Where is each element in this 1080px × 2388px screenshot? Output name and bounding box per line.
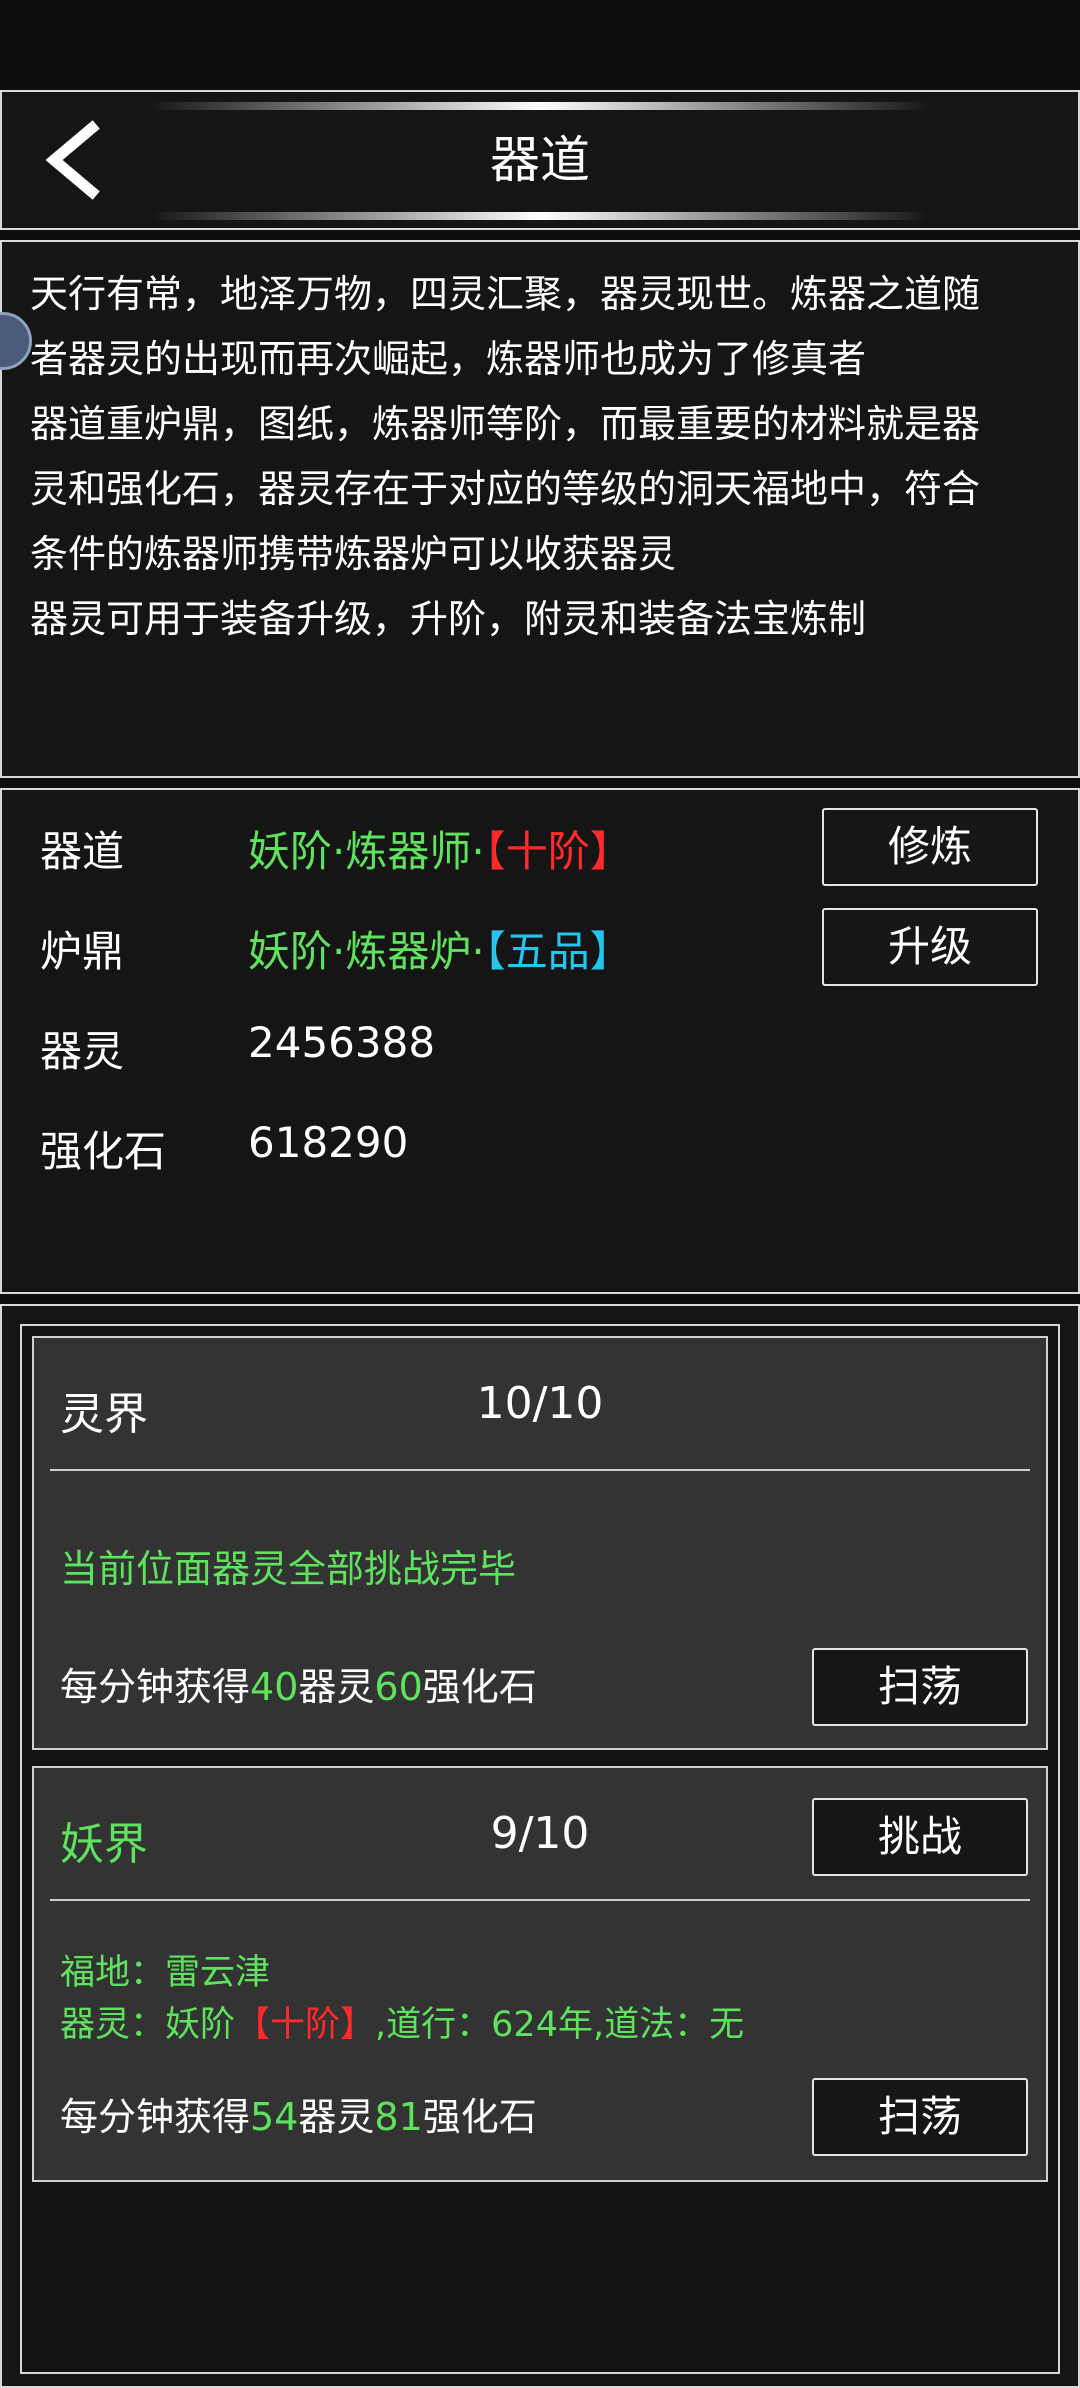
- sweep-button[interactable]: 扫荡: [812, 1648, 1028, 1726]
- rate-suffix: 强化石: [422, 1665, 537, 1709]
- rate-prefix: 每分钟获得: [60, 2095, 251, 2139]
- realm-rate: 每分钟获得54器灵81强化石: [60, 2086, 537, 2141]
- rate-stone: 60: [374, 1665, 423, 1709]
- qianghuashi-value: 618290: [248, 1118, 409, 1167]
- realm-progress: 10/10: [476, 1378, 604, 1429]
- fudi-label: 福地：: [60, 1953, 166, 1993]
- description-text: 天行有常，地泽万物，四灵汇聚，器灵现世。炼器之道随 者器灵的出现而再次崛起，炼器…: [30, 262, 1060, 652]
- realm-rate: 每分钟获得40器灵60强化石: [60, 1656, 537, 1711]
- sweep-button[interactable]: 扫荡: [812, 2078, 1028, 2156]
- upgrade-button[interactable]: 升级: [822, 908, 1038, 986]
- description-line: 者器灵的出现而再次崛起，炼器师也成为了修真者: [30, 337, 867, 381]
- rate-suffix: 强化石: [422, 2095, 537, 2139]
- luding-rank: 【五品】: [484, 927, 632, 976]
- luding-value-main: 妖阶·炼器炉·: [248, 927, 485, 976]
- card-divider: [50, 1469, 1030, 1471]
- cultivate-button[interactable]: 修炼: [822, 808, 1038, 886]
- spirit-rank: 【十阶】: [235, 2005, 376, 2045]
- rate-mid: 器灵: [298, 1665, 375, 1709]
- qiling-label: 器灵: [40, 1027, 125, 1076]
- page-title: 器道: [490, 131, 590, 189]
- spirit-info: 器灵：妖阶【十阶】,道行：624年,道法：无: [60, 1996, 744, 2047]
- fudi-value: 雷云津: [165, 1953, 271, 1993]
- fudi-info: 福地：雷云津: [60, 1944, 270, 1995]
- card-divider: [50, 1899, 1030, 1901]
- qidao-value-main: 妖阶·炼器师·: [248, 827, 485, 876]
- rate-qiling: 40: [250, 1665, 299, 1709]
- description-line: 器道重炉鼎，图纸，炼器师等阶，而最重要的材料就是器: [30, 402, 981, 446]
- luding-value: 妖阶·炼器炉·【五品】: [248, 918, 632, 979]
- description-line: 器灵可用于装备升级，升阶，附灵和装备法宝炼制: [30, 597, 867, 641]
- qidao-label: 器道: [40, 827, 125, 876]
- qidao-value: 妖阶·炼器师·【十阶】: [248, 818, 632, 879]
- qiling-value: 2456388: [248, 1018, 436, 1067]
- rate-qiling: 54: [250, 2095, 299, 2139]
- rate-mid: 器灵: [298, 2095, 375, 2139]
- luding-label: 炉鼎: [40, 927, 125, 976]
- spirit-suffix: ,道行：624年,道法：无: [375, 2005, 745, 2045]
- description-line: 条件的炼器师携带炼器炉可以收获器灵: [30, 532, 677, 576]
- rate-prefix: 每分钟获得: [60, 1665, 251, 1709]
- challenge-button[interactable]: 挑战: [812, 1798, 1028, 1876]
- qianghuashi-label: 强化石: [40, 1127, 167, 1176]
- back-arrow-icon[interactable]: [40, 120, 110, 200]
- realm-status: 当前位面器灵全部挑战完毕: [60, 1547, 517, 1591]
- spirit-prefix: 器灵：妖阶: [60, 2005, 236, 2045]
- description-line: 灵和强化石，器灵存在于对应的等级的洞天福地中，符合: [30, 467, 981, 511]
- description-line: 天行有常，地泽万物，四灵汇聚，器灵现世。炼器之道随: [30, 272, 981, 316]
- qidao-rank: 【十阶】: [484, 827, 632, 876]
- rate-stone: 81: [374, 2095, 423, 2139]
